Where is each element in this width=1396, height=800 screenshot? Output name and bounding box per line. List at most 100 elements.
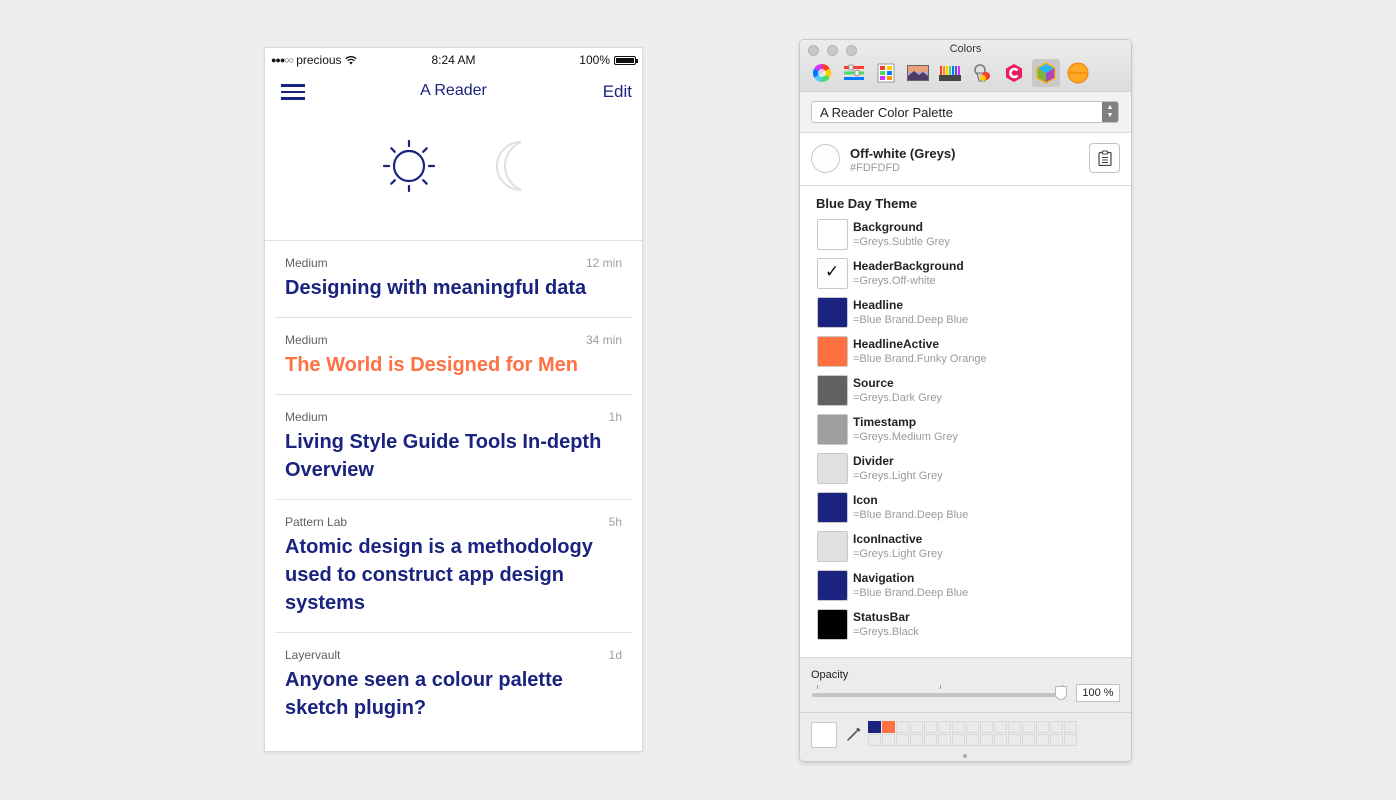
current-color-well[interactable] xyxy=(811,722,837,748)
paint-bucket-icon[interactable] xyxy=(968,59,996,87)
color-well[interactable] xyxy=(980,734,993,746)
orange-circle-icon[interactable] xyxy=(1064,59,1092,87)
article-source: Pattern Lab xyxy=(285,515,348,529)
color-well[interactable] xyxy=(1008,721,1021,733)
color-well[interactable] xyxy=(1064,734,1077,746)
clipboard-icon xyxy=(1097,150,1112,166)
color-name: Headline xyxy=(853,298,904,312)
color-palettes-icon[interactable] xyxy=(872,59,900,87)
sun-icon[interactable] xyxy=(382,139,436,193)
selected-color-header: Off-white (Greys) #FDFDFD xyxy=(800,133,1131,186)
color-well[interactable] xyxy=(1008,734,1021,746)
color-swatch[interactable] xyxy=(817,570,848,601)
status-bar: ●●●○○ precious 8:24 AM 100% xyxy=(265,48,642,72)
opacity-slider-thumb[interactable] xyxy=(1055,686,1067,700)
color-well[interactable] xyxy=(1036,734,1049,746)
color-well[interactable] xyxy=(1022,734,1035,746)
palette-cube-icon[interactable] xyxy=(1032,59,1060,87)
opacity-input[interactable]: 100 % xyxy=(1076,684,1120,702)
color-well[interactable] xyxy=(882,734,895,746)
color-swatch[interactable] xyxy=(817,609,848,640)
theme-color-row[interactable]: Timestamp =Greys.Medium Grey xyxy=(816,412,1115,451)
c-plugin-icon[interactable] xyxy=(1000,59,1028,87)
color-well[interactable] xyxy=(1050,721,1063,733)
color-well[interactable] xyxy=(910,721,923,733)
slider-tick xyxy=(817,685,818,689)
image-palettes-icon[interactable] xyxy=(904,59,932,87)
copy-color-button[interactable] xyxy=(1089,143,1120,173)
color-swatch[interactable] xyxy=(817,375,848,406)
color-well[interactable] xyxy=(1064,721,1077,733)
theme-color-section: Blue Day Theme Background =Greys.Subtle G… xyxy=(800,196,1131,646)
color-swatch[interactable] xyxy=(817,414,848,445)
resize-grip-icon[interactable] xyxy=(963,754,967,758)
article-source: Medium xyxy=(285,333,328,347)
eyedropper-icon[interactable] xyxy=(846,726,862,742)
opacity-slider-track[interactable] xyxy=(812,693,1062,697)
color-well[interactable] xyxy=(938,721,951,733)
color-swatch[interactable] xyxy=(817,297,848,328)
article-list: Medium 12 min Designing with meaningful … xyxy=(265,241,642,737)
theme-color-row[interactable]: HeaderBackground =Greys.Off-white xyxy=(816,256,1115,295)
article-item[interactable]: Layervault 1d Anyone seen a colour palet… xyxy=(275,633,632,737)
article-title: Living Style Guide Tools In-depth Overvi… xyxy=(285,431,602,481)
theme-color-row[interactable]: IconInactive =Greys.Light Grey xyxy=(816,529,1115,568)
color-name: Icon xyxy=(853,493,878,507)
color-swatch[interactable] xyxy=(817,336,848,367)
theme-color-row[interactable]: StatusBar =Greys.Black xyxy=(816,607,1115,646)
color-well[interactable] xyxy=(868,734,881,746)
theme-color-row[interactable]: Navigation =Blue Brand.Deep Blue xyxy=(816,568,1115,607)
select-arrows-icon: ▲ ▼ xyxy=(1102,102,1118,122)
color-wheel-icon[interactable] xyxy=(808,59,836,87)
color-swatch[interactable] xyxy=(817,258,848,289)
color-well[interactable] xyxy=(966,721,979,733)
edit-button[interactable]: Edit xyxy=(603,82,632,102)
color-well[interactable] xyxy=(952,721,965,733)
color-well[interactable] xyxy=(868,721,881,733)
color-sliders-icon[interactable] xyxy=(840,59,868,87)
article-item[interactable]: Medium 34 min The World is Designed for … xyxy=(275,318,632,395)
color-swatch[interactable] xyxy=(817,219,848,250)
color-name: Navigation xyxy=(853,571,915,585)
color-well[interactable] xyxy=(924,721,937,733)
color-well[interactable] xyxy=(994,734,1007,746)
color-well[interactable] xyxy=(924,734,937,746)
color-reference: =Blue Brand.Funky Orange xyxy=(853,353,987,365)
theme-color-row[interactable]: Icon =Blue Brand.Deep Blue xyxy=(816,490,1115,529)
color-well[interactable] xyxy=(994,721,1007,733)
color-reference: =Greys.Off-white xyxy=(853,275,936,287)
color-swatch[interactable] xyxy=(817,492,848,523)
color-well[interactable] xyxy=(1036,721,1049,733)
color-well[interactable] xyxy=(1022,721,1035,733)
color-well[interactable] xyxy=(910,734,923,746)
color-well[interactable] xyxy=(1050,734,1063,746)
theme-color-row[interactable]: HeadlineActive =Blue Brand.Funky Orange xyxy=(816,334,1115,373)
article-item[interactable]: Medium 12 min Designing with meaningful … xyxy=(275,241,632,318)
opacity-and-wells: Opacity 100 % xyxy=(800,657,1131,761)
color-swatch[interactable] xyxy=(817,453,848,484)
palette-select[interactable]: A Reader Color Palette ▲ ▼ xyxy=(811,101,1119,123)
color-well[interactable] xyxy=(896,734,909,746)
theme-color-row[interactable]: Headline =Blue Brand.Deep Blue xyxy=(816,295,1115,334)
theme-color-row[interactable]: Background =Greys.Subtle Grey xyxy=(816,217,1115,256)
article-item[interactable]: Medium 1h Living Style Guide Tools In-de… xyxy=(275,395,632,500)
article-item[interactable]: Pattern Lab 5h Atomic design is a method… xyxy=(275,500,632,633)
theme-color-row[interactable]: Divider =Greys.Light Grey xyxy=(816,451,1115,490)
reader-app-phone: ●●●○○ precious 8:24 AM 100% A Reader Edi… xyxy=(265,48,642,751)
selected-color-swatch xyxy=(811,144,840,173)
color-name: Divider xyxy=(853,454,894,468)
color-well[interactable] xyxy=(896,721,909,733)
color-well[interactable] xyxy=(882,721,895,733)
color-swatch[interactable] xyxy=(817,531,848,562)
moon-icon[interactable] xyxy=(493,140,527,192)
theme-color-row[interactable]: Source =Greys.Dark Grey xyxy=(816,373,1115,412)
slider-tick xyxy=(940,685,941,689)
color-well[interactable] xyxy=(952,734,965,746)
color-well[interactable] xyxy=(980,721,993,733)
color-well[interactable] xyxy=(966,734,979,746)
crayons-icon[interactable] xyxy=(936,59,964,87)
opacity-label: Opacity xyxy=(811,669,849,681)
color-well[interactable] xyxy=(938,734,951,746)
article-source: Layervault xyxy=(285,648,341,662)
color-reference: =Greys.Light Grey xyxy=(853,470,943,482)
